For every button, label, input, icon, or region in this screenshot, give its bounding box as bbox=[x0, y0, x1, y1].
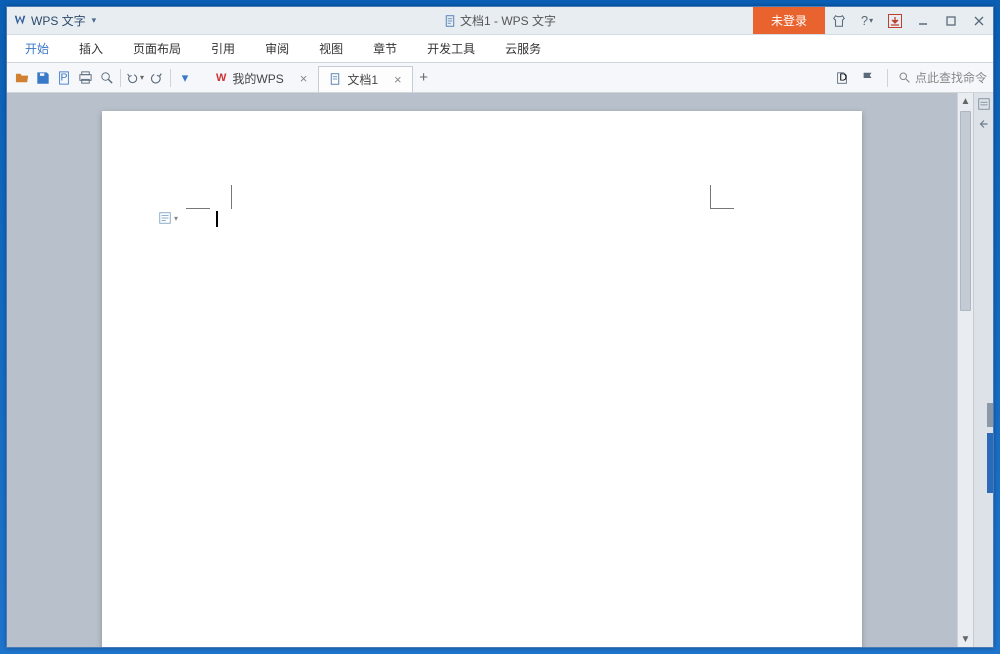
toolbar-separator bbox=[120, 69, 121, 87]
menu-page-layout[interactable]: 页面布局 bbox=[119, 35, 195, 62]
document-icon bbox=[444, 15, 456, 27]
tab-label: 文档1 bbox=[347, 71, 378, 88]
menu-view[interactable]: 视图 bbox=[305, 35, 357, 62]
menu-cloud[interactable]: 云服务 bbox=[491, 35, 555, 62]
print-preview-icon[interactable] bbox=[97, 69, 115, 87]
document-title: 文档1 - WPS 文字 bbox=[444, 12, 556, 29]
app-dropdown-icon: ▾ bbox=[92, 15, 97, 26]
open-icon[interactable] bbox=[13, 69, 31, 87]
wps-logo-icon: W bbox=[216, 72, 226, 84]
vertical-scrollbar[interactable]: ▲ ▼ bbox=[957, 93, 973, 647]
tab-label: 我的WPS bbox=[232, 70, 283, 87]
document-icon bbox=[329, 73, 341, 85]
doc-title-text: 文档1 - WPS 文字 bbox=[460, 12, 556, 29]
panel-options-icon[interactable] bbox=[977, 97, 991, 111]
skin-icon[interactable] bbox=[825, 7, 853, 34]
app-logo-icon bbox=[13, 14, 27, 28]
title-right: 未登录 ?▾ bbox=[753, 7, 993, 34]
tab-close-icon[interactable]: × bbox=[394, 72, 402, 87]
scroll-thumb[interactable] bbox=[960, 111, 971, 311]
app-title[interactable]: WPS 文字 ▾ bbox=[13, 12, 96, 29]
pdf-icon[interactable]: P bbox=[55, 69, 73, 87]
toolbar-separator-2 bbox=[170, 69, 171, 87]
side-indicator bbox=[987, 403, 993, 427]
maximize-button[interactable] bbox=[937, 7, 965, 34]
toolbar-separator-3 bbox=[887, 69, 888, 87]
toolbar: P ▾ ▾ W 我的WPS × 文档1 × + D bbox=[7, 63, 993, 93]
search-icon bbox=[898, 71, 911, 84]
tab-my-wps[interactable]: W 我的WPS × bbox=[205, 65, 318, 91]
workspace: ▾ ▲ ▼ bbox=[7, 93, 993, 647]
margin-corner-tr bbox=[710, 185, 734, 209]
close-button[interactable] bbox=[965, 7, 993, 34]
page[interactable]: ▾ bbox=[102, 111, 862, 647]
side-panel bbox=[973, 93, 993, 647]
download-icon[interactable] bbox=[881, 7, 909, 34]
menu-review[interactable]: 审阅 bbox=[251, 35, 303, 62]
minimize-button[interactable] bbox=[909, 7, 937, 34]
svg-text:P: P bbox=[61, 71, 68, 83]
menubar: 开始 插入 页面布局 引用 审阅 视图 章节 开发工具 云服务 bbox=[7, 35, 993, 63]
margin-corner-tl-h bbox=[186, 208, 210, 209]
new-tab-button[interactable]: + bbox=[413, 69, 435, 86]
save-icon[interactable] bbox=[34, 69, 52, 87]
side-panel-toggle[interactable] bbox=[987, 433, 993, 493]
toolbar-right: D 点此查找命令 bbox=[833, 69, 987, 87]
page-icon[interactable]: D bbox=[833, 69, 851, 87]
scroll-up-icon[interactable]: ▲ bbox=[958, 93, 973, 109]
paragraph-options-icon[interactable]: ▾ bbox=[158, 211, 178, 225]
panel-collapse-icon[interactable] bbox=[977, 117, 991, 131]
document-tabs: W 我的WPS × 文档1 × + bbox=[205, 63, 435, 92]
print-icon[interactable] bbox=[76, 69, 94, 87]
text-cursor bbox=[216, 211, 218, 227]
undo-icon[interactable]: ▾ bbox=[126, 69, 144, 87]
app-name-label: WPS 文字 bbox=[31, 12, 86, 29]
titlebar: WPS 文字 ▾ 文档1 - WPS 文字 未登录 ?▾ bbox=[7, 7, 993, 35]
login-button[interactable]: 未登录 bbox=[753, 7, 825, 34]
format-painter-icon[interactable]: ▾ bbox=[176, 69, 194, 87]
svg-text:D: D bbox=[839, 71, 847, 83]
margin-corner-tl bbox=[208, 185, 232, 209]
search-placeholder: 点此查找命令 bbox=[915, 69, 987, 86]
redo-icon[interactable] bbox=[147, 69, 165, 87]
tab-document-1[interactable]: 文档1 × bbox=[318, 66, 412, 92]
app-window: WPS 文字 ▾ 文档1 - WPS 文字 未登录 ?▾ 开始 插入 页面布局 … bbox=[6, 6, 994, 648]
tab-close-icon[interactable]: × bbox=[300, 71, 308, 86]
menu-chapter[interactable]: 章节 bbox=[359, 35, 411, 62]
menu-references[interactable]: 引用 bbox=[197, 35, 249, 62]
menu-start[interactable]: 开始 bbox=[11, 35, 63, 62]
menu-insert[interactable]: 插入 bbox=[65, 35, 117, 62]
menu-developer[interactable]: 开发工具 bbox=[413, 35, 489, 62]
chevron-down-icon: ▾ bbox=[174, 214, 178, 223]
flag-icon[interactable] bbox=[859, 69, 877, 87]
scroll-down-icon[interactable]: ▼ bbox=[958, 631, 973, 647]
command-search[interactable]: 点此查找命令 bbox=[898, 69, 987, 86]
help-icon[interactable]: ?▾ bbox=[853, 7, 881, 34]
document-area[interactable]: ▾ bbox=[7, 93, 957, 647]
